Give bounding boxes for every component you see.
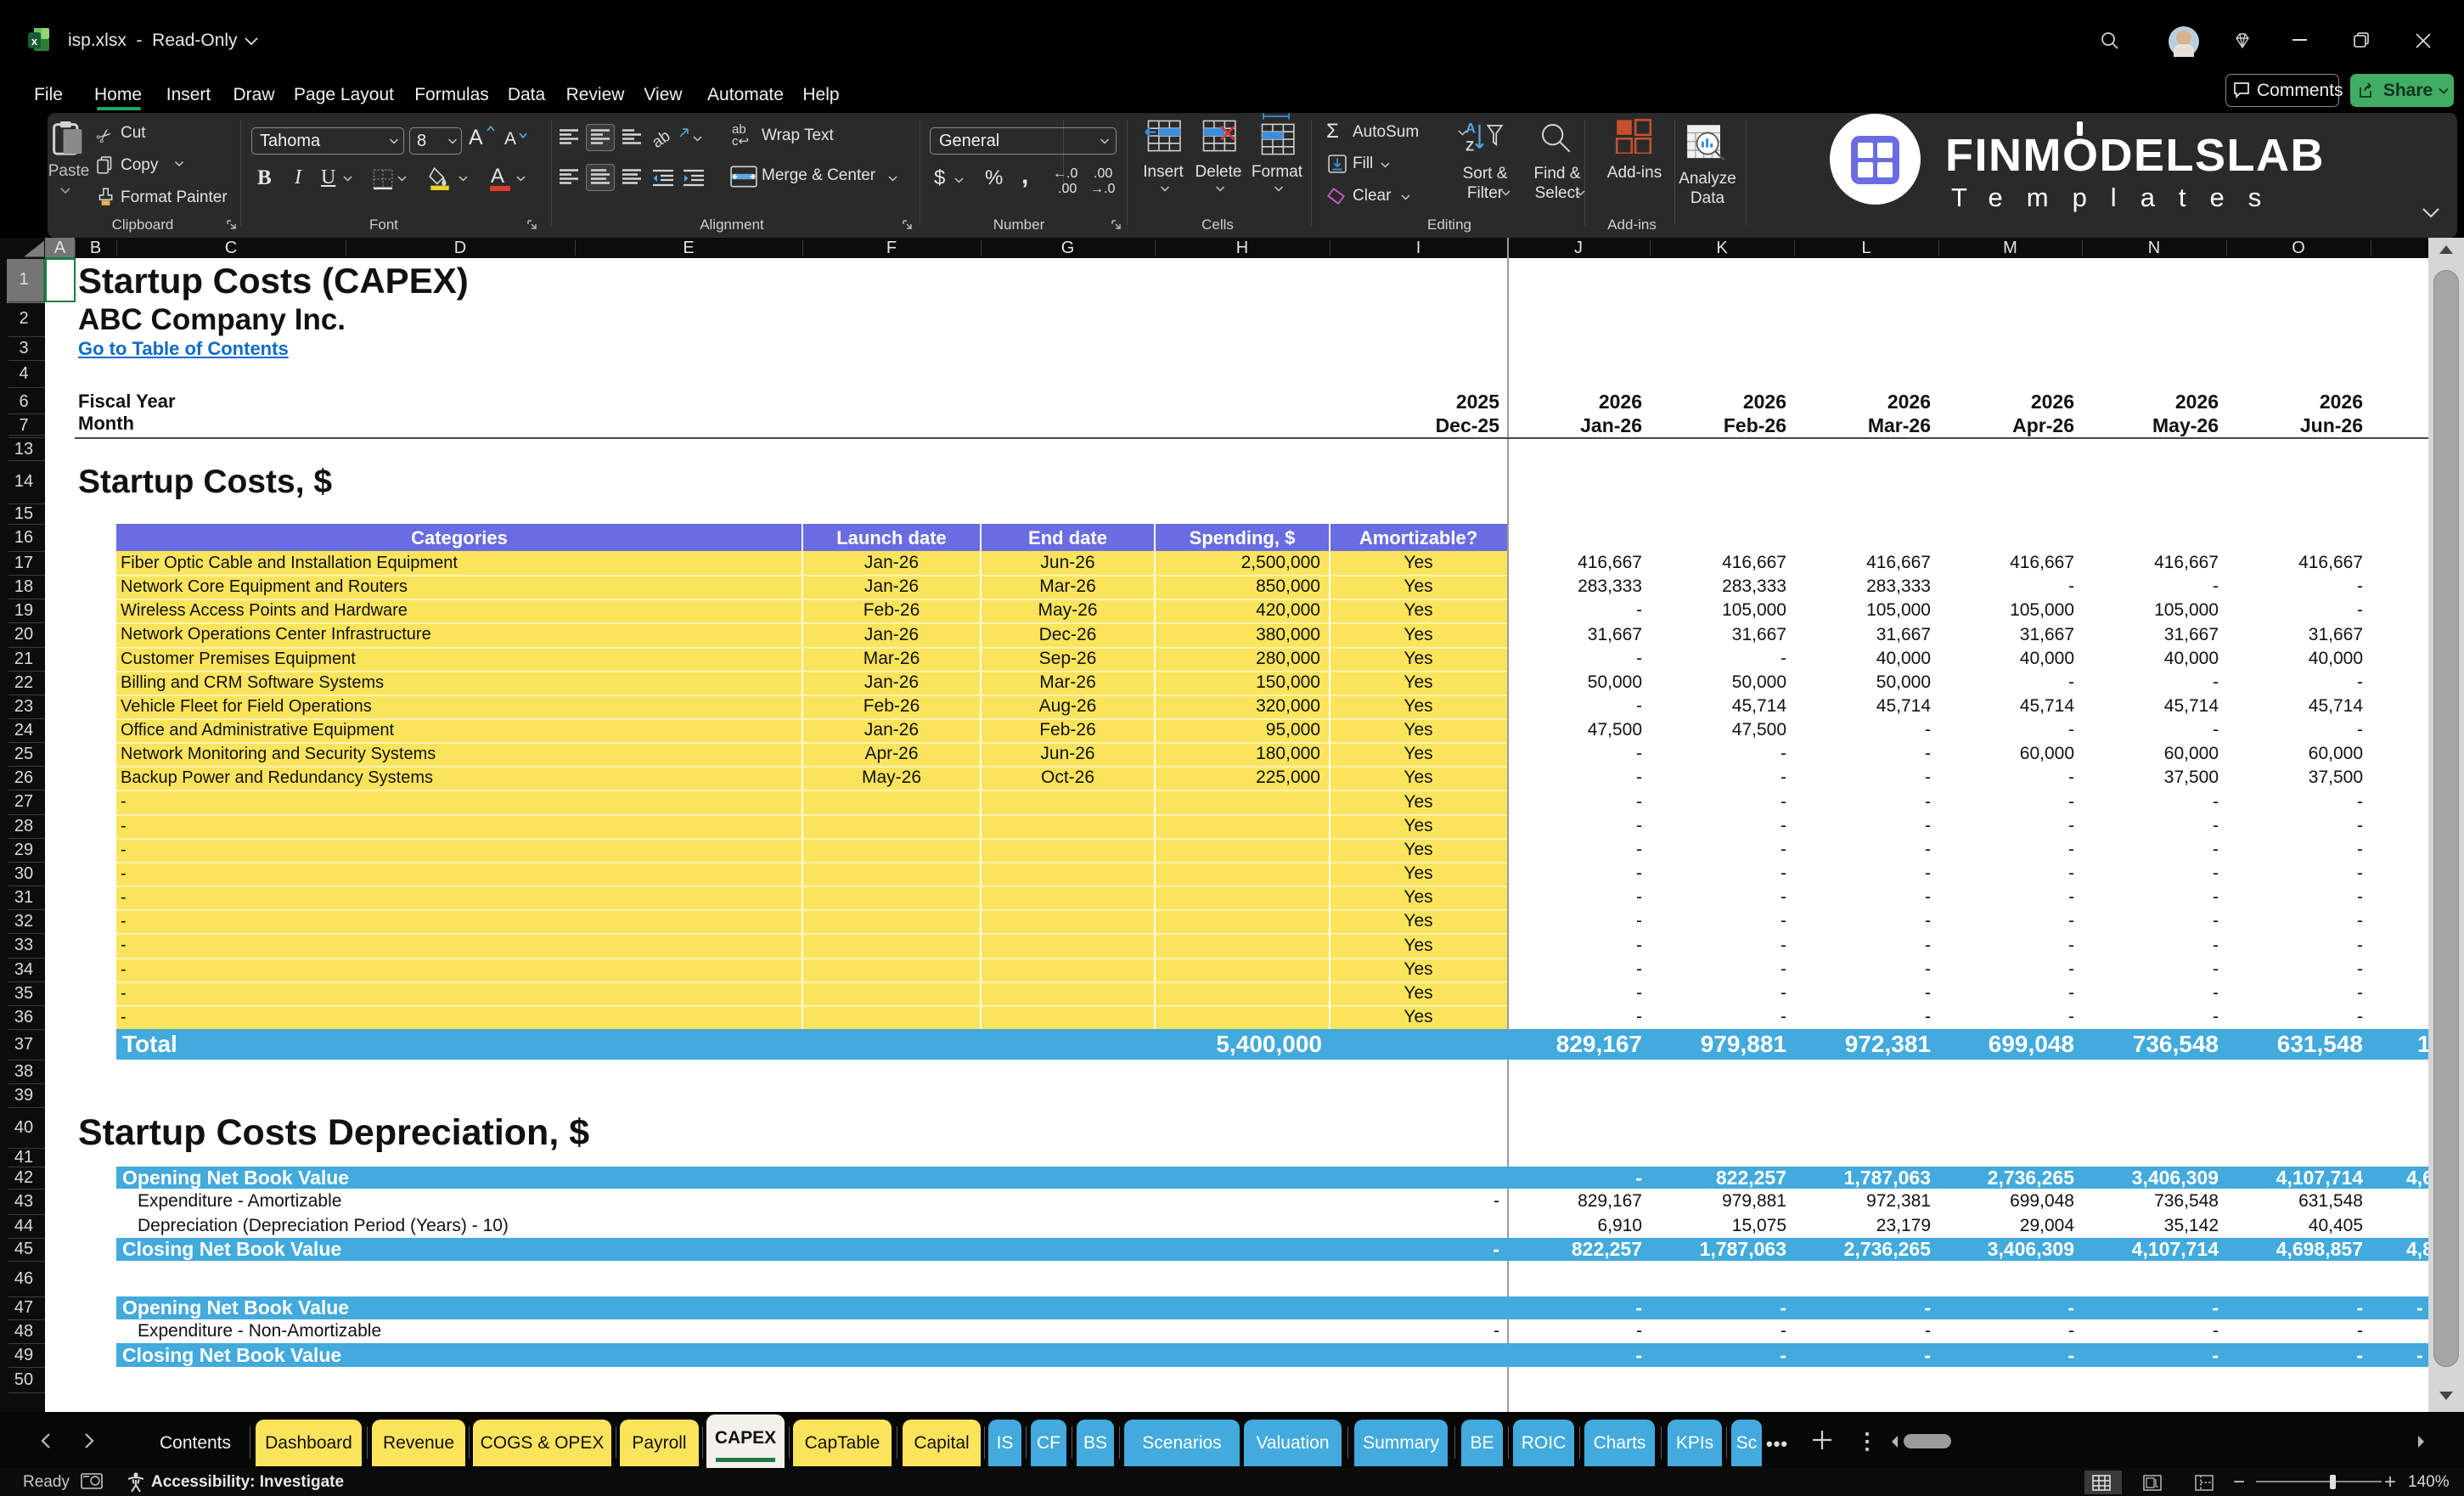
svg-text:Z: Z (1465, 138, 1474, 154)
svg-text:x: x (31, 35, 38, 48)
svg-text:A: A (1465, 121, 1476, 137)
